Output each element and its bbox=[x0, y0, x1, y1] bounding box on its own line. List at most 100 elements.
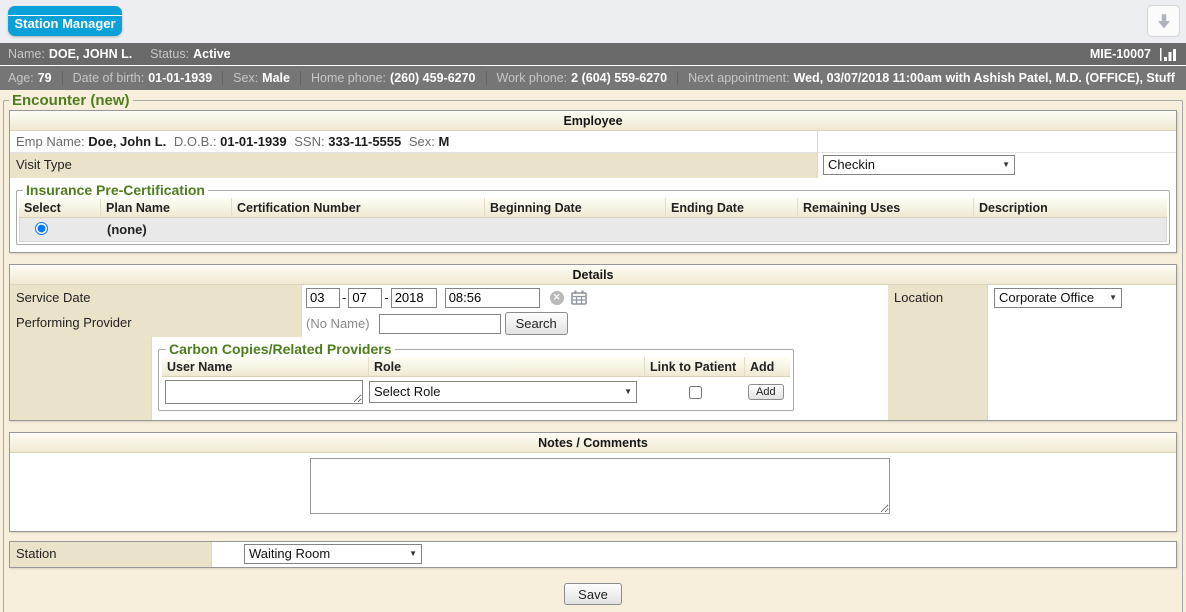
location-label: Location bbox=[888, 285, 988, 420]
location-select[interactable]: Corporate Office ▼ bbox=[994, 288, 1122, 308]
service-day-input[interactable] bbox=[348, 288, 382, 308]
insurance-header-row: Select Plan Name Certification Number Be… bbox=[19, 198, 1167, 218]
top-header: Station Manager bbox=[0, 0, 1186, 43]
employee-info-row: Emp Name: Doe, John L. D.O.B.: 01-01-193… bbox=[10, 131, 1176, 153]
notes-textarea[interactable] bbox=[310, 458, 890, 514]
link-to-patient-checkbox[interactable] bbox=[689, 386, 702, 399]
carbon-copies-input-row: Select Role ▼ Add bbox=[162, 377, 790, 406]
notes-body bbox=[10, 453, 1176, 531]
emp-dob-pair: D.O.B.: 01-01-1939 bbox=[174, 134, 290, 149]
location-cell: Corporate Office ▼ bbox=[988, 285, 1176, 420]
col-user-name: User Name bbox=[162, 357, 369, 376]
precert-radio[interactable] bbox=[35, 222, 48, 235]
dropdown-arrow-icon: ▼ bbox=[409, 545, 417, 563]
performing-provider-label: Performing Provider bbox=[10, 310, 302, 337]
next-appointment-item: Next appointment: Wed, 03/07/2018 11:00a… bbox=[677, 71, 1185, 85]
emp-name-pair: Emp Name: Doe, John L. bbox=[16, 134, 170, 149]
dob-item: Date of birth: 01-01-1939 bbox=[62, 71, 223, 85]
carbon-copies-cell: Carbon Copies/Related Providers User Nam… bbox=[152, 337, 888, 420]
col-remaining-uses: Remaining Uses bbox=[798, 198, 974, 217]
work-phone-item: Work phone: 2 (604) 559-6270 bbox=[486, 71, 678, 85]
visit-type-label: Visit Type bbox=[10, 153, 818, 178]
calendar-icon[interactable] bbox=[571, 290, 587, 305]
details-header: Details bbox=[10, 265, 1176, 285]
name-label: Name: bbox=[8, 47, 45, 61]
carbon-copies-fieldset: Carbon Copies/Related Providers User Nam… bbox=[158, 341, 794, 411]
visit-type-row: Visit Type Checkin ▼ bbox=[10, 153, 1176, 178]
insurance-row-none: (none) bbox=[19, 218, 1167, 242]
chart-icon[interactable] bbox=[1159, 47, 1178, 62]
save-row: Save bbox=[8, 583, 1178, 605]
demographics-bar: Age: 79 Date of birth: 01-01-1939 Sex: M… bbox=[0, 66, 1186, 90]
station-label: Station bbox=[10, 542, 212, 567]
notes-panel: Notes / Comments bbox=[9, 432, 1177, 532]
details-body: Service Date - - ✕ bbox=[10, 285, 1176, 420]
insurance-fieldset: Insurance Pre-Certification Select Plan … bbox=[16, 182, 1170, 245]
role-select[interactable]: Select Role ▼ bbox=[369, 381, 637, 403]
patient-bar: Name: DOE, JOHN L. Status: Active MIE-10… bbox=[0, 43, 1186, 66]
service-month-input[interactable] bbox=[306, 288, 340, 308]
station-select[interactable]: Waiting Room ▼ bbox=[244, 544, 422, 564]
plan-name-cell: (none) bbox=[102, 222, 233, 237]
employee-header: Employee bbox=[10, 111, 1176, 131]
details-left: Service Date - - ✕ bbox=[10, 285, 888, 420]
age-item: Age: 79 bbox=[8, 71, 62, 85]
station-manager-tab[interactable]: Station Manager bbox=[8, 6, 122, 36]
col-beginning-date: Beginning Date bbox=[485, 198, 666, 217]
performing-provider-row: Performing Provider (No Name) Search bbox=[10, 310, 888, 337]
insurance-legend: Insurance Pre-Certification bbox=[23, 182, 208, 198]
provider-search-input[interactable] bbox=[379, 314, 501, 334]
service-date-label: Service Date bbox=[10, 285, 302, 310]
service-year-input[interactable] bbox=[391, 288, 437, 308]
carbon-copies-header-row: User Name Role Link to Patient Add bbox=[162, 357, 790, 377]
col-link-to-patient: Link to Patient bbox=[645, 357, 745, 376]
home-phone-item: Home phone: (260) 459-6270 bbox=[300, 71, 486, 85]
search-button[interactable]: Search bbox=[505, 312, 568, 335]
sex-item: Sex: Male bbox=[222, 71, 300, 85]
visit-type-select[interactable]: Checkin ▼ bbox=[823, 155, 1015, 175]
service-time-input[interactable] bbox=[445, 288, 540, 308]
emp-sex-pair: Sex: M bbox=[409, 134, 449, 149]
visit-type-cell: Checkin ▼ bbox=[818, 153, 1176, 178]
download-arrow-icon bbox=[1155, 12, 1173, 30]
service-date-row: Service Date - - ✕ bbox=[10, 285, 888, 310]
provider-no-name: (No Name) bbox=[306, 316, 370, 331]
col-role: Role bbox=[369, 357, 645, 376]
details-panel: Details Service Date - - ✕ bbox=[9, 264, 1177, 421]
dropdown-arrow-icon: ▼ bbox=[624, 382, 632, 402]
date-dash: - bbox=[342, 290, 346, 305]
col-ending-date: Ending Date bbox=[666, 198, 798, 217]
dropdown-arrow-icon: ▼ bbox=[1109, 289, 1117, 307]
emp-ssn-pair: SSN: 333-11-5555 bbox=[294, 134, 405, 149]
add-button[interactable]: Add bbox=[748, 384, 784, 400]
station-cell: Waiting Room ▼ bbox=[212, 542, 1176, 567]
col-add: Add bbox=[745, 357, 790, 376]
carbon-copies-row: Carbon Copies/Related Providers User Nam… bbox=[10, 337, 888, 420]
col-plan-name: Plan Name bbox=[101, 198, 232, 217]
status-label: Status: bbox=[150, 47, 189, 61]
download-button[interactable] bbox=[1147, 5, 1180, 37]
select-cell bbox=[20, 222, 102, 238]
employee-panel: Employee Emp Name: Doe, John L. D.O.B.: … bbox=[9, 110, 1177, 253]
save-button[interactable]: Save bbox=[564, 583, 622, 605]
encounter-legend: Encounter (new) bbox=[9, 92, 133, 109]
date-dash: - bbox=[384, 290, 388, 305]
employee-info-empty-cell bbox=[818, 131, 1176, 152]
clear-date-icon[interactable]: ✕ bbox=[550, 291, 564, 305]
patient-id: MIE-10007 bbox=[1090, 47, 1151, 61]
patient-name: DOE, JOHN L. bbox=[49, 47, 132, 61]
employee-info-cell: Emp Name: Doe, John L. D.O.B.: 01-01-193… bbox=[10, 131, 818, 152]
col-description: Description bbox=[974, 198, 1167, 217]
service-date-cell: - - ✕ bbox=[302, 285, 888, 310]
performing-provider-cell: (No Name) Search bbox=[302, 310, 888, 337]
station-manager-label: Station Manager bbox=[14, 16, 115, 31]
col-select: Select bbox=[19, 198, 101, 217]
station-panel: Station Waiting Room ▼ bbox=[9, 541, 1177, 568]
status-value: Active bbox=[193, 47, 231, 61]
encounter-fieldset: Encounter (new) Employee Emp Name: Doe, … bbox=[3, 92, 1183, 612]
user-name-input[interactable] bbox=[165, 380, 363, 404]
dropdown-arrow-icon: ▼ bbox=[1002, 156, 1010, 174]
carbon-copies-legend: Carbon Copies/Related Providers bbox=[166, 341, 395, 357]
station-row: Station Waiting Room ▼ bbox=[10, 542, 1176, 567]
notes-header: Notes / Comments bbox=[10, 433, 1176, 453]
